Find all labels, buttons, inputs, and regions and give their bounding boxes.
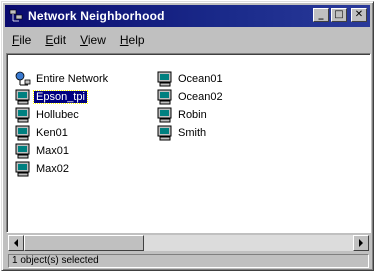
scroll-right-button[interactable] — [353, 235, 369, 251]
list-item[interactable]: Epson_tpi — [15, 88, 110, 106]
computer-icon — [15, 107, 31, 123]
computer-icon — [157, 71, 173, 87]
list-item-label: Smith — [178, 127, 207, 139]
list-item[interactable]: Entire Network — [15, 70, 110, 88]
title-bar[interactable]: Network Neighborhood _ □ ✕ — [5, 5, 370, 27]
horizontal-scrollbar[interactable] — [8, 235, 369, 251]
computer-icon — [157, 89, 173, 105]
list-item-label: Ocean02 — [178, 91, 223, 103]
list-item-label: Hollubec — [36, 109, 79, 121]
menu-file[interactable]: File — [5, 33, 38, 47]
scrollbar-thumb[interactable] — [24, 235, 144, 251]
list-item[interactable]: Hollubec — [15, 106, 110, 124]
list-item-label: Robin — [178, 109, 207, 121]
list-item-label: Max01 — [36, 145, 70, 157]
list-item[interactable]: Ocean01 — [157, 70, 225, 88]
list-item-label: Ken01 — [36, 127, 68, 139]
status-text: 1 object(s) selected — [12, 255, 99, 266]
computer-icon — [157, 107, 173, 123]
list-item[interactable]: Max01 — [15, 142, 110, 160]
list-item-label: Ocean01 — [178, 73, 223, 85]
maximize-button[interactable]: □ — [331, 8, 347, 22]
arrow-left-icon — [14, 239, 18, 247]
computer-icon — [157, 125, 173, 141]
computer-icon — [15, 161, 31, 177]
list-item[interactable]: Max02 — [15, 160, 110, 178]
arrow-right-icon — [359, 239, 363, 247]
list-item[interactable]: Ken01 — [15, 124, 110, 142]
list-item[interactable]: Smith — [157, 124, 225, 142]
computer-icon — [15, 89, 31, 105]
network-neighborhood-icon — [8, 8, 24, 24]
network-neighborhood-window: Network Neighborhood _ □ ✕ File Edit Vie… — [1, 1, 374, 271]
list-item[interactable]: Robin — [157, 106, 225, 124]
menu-view[interactable]: View — [73, 33, 113, 47]
network-globe-icon — [15, 71, 31, 87]
scroll-left-button[interactable] — [8, 235, 24, 251]
status-bar: 1 object(s) selected — [8, 254, 369, 268]
computer-icon — [15, 143, 31, 159]
item-column-2: Ocean01 Ocean02 Robin Smith — [157, 70, 225, 142]
menu-bar: File Edit View Help — [5, 30, 370, 50]
menu-edit[interactable]: Edit — [38, 33, 73, 47]
window-title: Network Neighborhood — [28, 9, 165, 23]
file-list-pane[interactable]: Entire Network Epson_tpi Hollubec Ken01 Max0… — [6, 53, 371, 233]
minimize-button[interactable]: _ — [313, 8, 329, 22]
list-item[interactable]: Ocean02 — [157, 88, 225, 106]
computer-icon — [15, 125, 31, 141]
window-controls: _ □ ✕ — [313, 8, 367, 22]
close-button[interactable]: ✕ — [351, 8, 367, 22]
list-item-label: Entire Network — [36, 73, 109, 85]
list-item-label: Epson_tpi — [33, 90, 88, 104]
list-item-label: Max02 — [36, 163, 70, 175]
menu-help[interactable]: Help — [113, 33, 152, 47]
item-column-1: Entire Network Epson_tpi Hollubec Ken01 Max0… — [15, 70, 110, 178]
